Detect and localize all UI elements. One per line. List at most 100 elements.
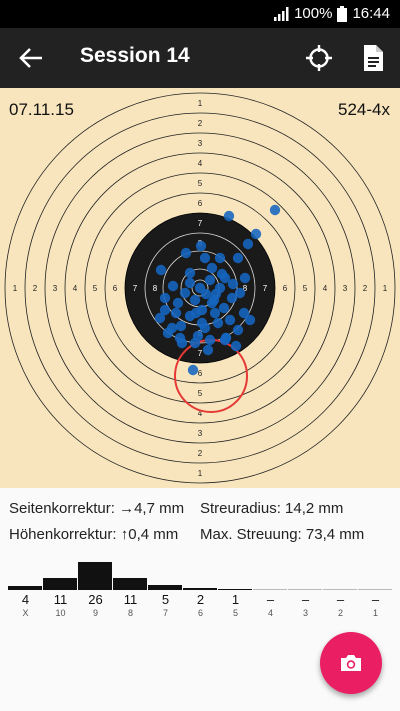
histogram-bar xyxy=(43,578,77,590)
shot-hit xyxy=(223,210,235,222)
crosshair-icon[interactable] xyxy=(305,44,333,72)
histogram-count: 11 xyxy=(123,592,138,607)
shot-hit xyxy=(212,317,224,329)
histogram-ring-label: 9 xyxy=(92,608,98,618)
shot-hit xyxy=(170,307,182,319)
status-bar: 100% 16:44 xyxy=(0,0,400,28)
shot-hit xyxy=(269,204,281,216)
shot-hit xyxy=(155,264,167,276)
ring-number: 5 xyxy=(198,179,203,188)
shot-hit xyxy=(204,334,216,346)
histogram-bar xyxy=(288,589,322,590)
ring-number: 3 xyxy=(198,429,203,438)
shot-hit xyxy=(167,280,179,292)
histogram-bar xyxy=(183,587,217,590)
shot-hit xyxy=(214,252,226,264)
spread-radius-label: Streuradius: xyxy=(200,500,281,517)
clock: 16:44 xyxy=(352,5,390,22)
shot-hit xyxy=(196,317,208,329)
histogram-bar xyxy=(78,562,112,590)
shot-hit xyxy=(195,240,207,252)
ring-number: 1 xyxy=(13,284,18,293)
histogram-count: – xyxy=(266,592,275,607)
back-arrow-icon[interactable] xyxy=(18,46,44,70)
shot-hit xyxy=(190,307,202,319)
shot-hit xyxy=(202,344,214,356)
shot-hit xyxy=(239,272,251,284)
histogram-count: 2 xyxy=(196,592,205,607)
document-icon[interactable] xyxy=(362,44,384,72)
page-title: Session 14 xyxy=(80,44,190,67)
shot-hit xyxy=(154,312,166,324)
battery-percent: 100% xyxy=(294,5,333,22)
session-score: 524-4x xyxy=(338,100,390,119)
ring-number: 8 xyxy=(153,284,158,293)
ring-number: 4 xyxy=(73,284,78,293)
spread-radius: Streuradius: 14,2 mm xyxy=(200,500,343,517)
histogram-bar xyxy=(253,589,287,590)
shot-hit xyxy=(189,294,201,306)
shot-hit xyxy=(199,252,211,264)
ring-number: 1 xyxy=(198,99,203,108)
camera-button[interactable] xyxy=(320,632,382,694)
shot-hit xyxy=(232,252,244,264)
spread-radius-value: 14,2 mm xyxy=(285,500,344,517)
ring-number: 2 xyxy=(363,284,368,293)
shooting-target[interactable]: 11112222333344445555666677778888 07.11.1… xyxy=(0,88,400,488)
shot-hit xyxy=(219,334,231,346)
histogram-count: 1 xyxy=(231,592,240,607)
histogram-count: – xyxy=(371,592,380,607)
histogram-bar xyxy=(8,585,42,590)
histogram-count: – xyxy=(336,592,345,607)
shot-hit xyxy=(230,340,242,352)
histogram-ring-label: 5 xyxy=(232,608,238,618)
shot-hit xyxy=(209,307,221,319)
shot-hit xyxy=(224,314,236,326)
shot-hit xyxy=(206,262,218,274)
session-date: 07.11.15 xyxy=(9,100,74,119)
ring-number: 4 xyxy=(323,284,328,293)
shot-hit xyxy=(159,292,171,304)
ring-number: 7 xyxy=(263,284,268,293)
shot-hit xyxy=(162,327,174,339)
histogram-ring-label: 3 xyxy=(302,608,308,618)
histogram-ring-label: X xyxy=(22,608,29,618)
ring-number: 2 xyxy=(198,119,203,128)
histogram-count: 26 xyxy=(88,592,103,607)
shot-hit xyxy=(208,294,220,306)
shot-hit xyxy=(175,320,187,332)
score-histogram: 4 X 11 10 26 9 11 8 5 7 2 6 1 5–4–3–2–1 xyxy=(8,562,392,632)
shot-hit xyxy=(189,337,201,349)
histogram-ring-label: 2 xyxy=(337,608,343,618)
lateral-correction: Seitenkorrektur: →4,7 mm xyxy=(9,500,184,517)
histogram-count: 5 xyxy=(161,592,170,607)
max-spread: Max. Streuung: 73,4 mm xyxy=(200,526,364,543)
ring-number: 3 xyxy=(343,284,348,293)
ring-number: 6 xyxy=(113,284,118,293)
ring-number: 2 xyxy=(198,449,203,458)
ring-number: 5 xyxy=(93,284,98,293)
ring-number: 6 xyxy=(198,369,203,378)
max-spread-value: 73,4 mm xyxy=(305,526,365,543)
app-toolbar: Session 14 xyxy=(0,28,400,88)
ring-number: 3 xyxy=(198,139,203,148)
histogram-ring-label: 7 xyxy=(162,608,168,618)
vertical-correction-value: ↑0,4 mm xyxy=(120,526,179,543)
shot-hit xyxy=(187,364,199,376)
histogram-ring-label: 4 xyxy=(267,608,273,618)
histogram-ring-label: 8 xyxy=(127,608,133,618)
ring-number: 5 xyxy=(303,284,308,293)
vertical-correction: Höhenkorrektur: ↑0,4 mm xyxy=(9,526,178,543)
ring-number: 6 xyxy=(198,199,203,208)
histogram-bar xyxy=(358,589,392,590)
shot-hit xyxy=(226,292,238,304)
shot-hit xyxy=(204,274,216,286)
ring-number: 4 xyxy=(198,159,203,168)
lateral-correction-value: →4,7 mm xyxy=(119,500,185,517)
vertical-correction-label: Höhenkorrektur: xyxy=(9,526,117,543)
shot-hit xyxy=(180,247,192,259)
histogram-ring-label: 1 xyxy=(372,608,378,618)
shot-hit xyxy=(184,277,196,289)
histogram-count: – xyxy=(301,592,310,607)
ring-number: 6 xyxy=(283,284,288,293)
